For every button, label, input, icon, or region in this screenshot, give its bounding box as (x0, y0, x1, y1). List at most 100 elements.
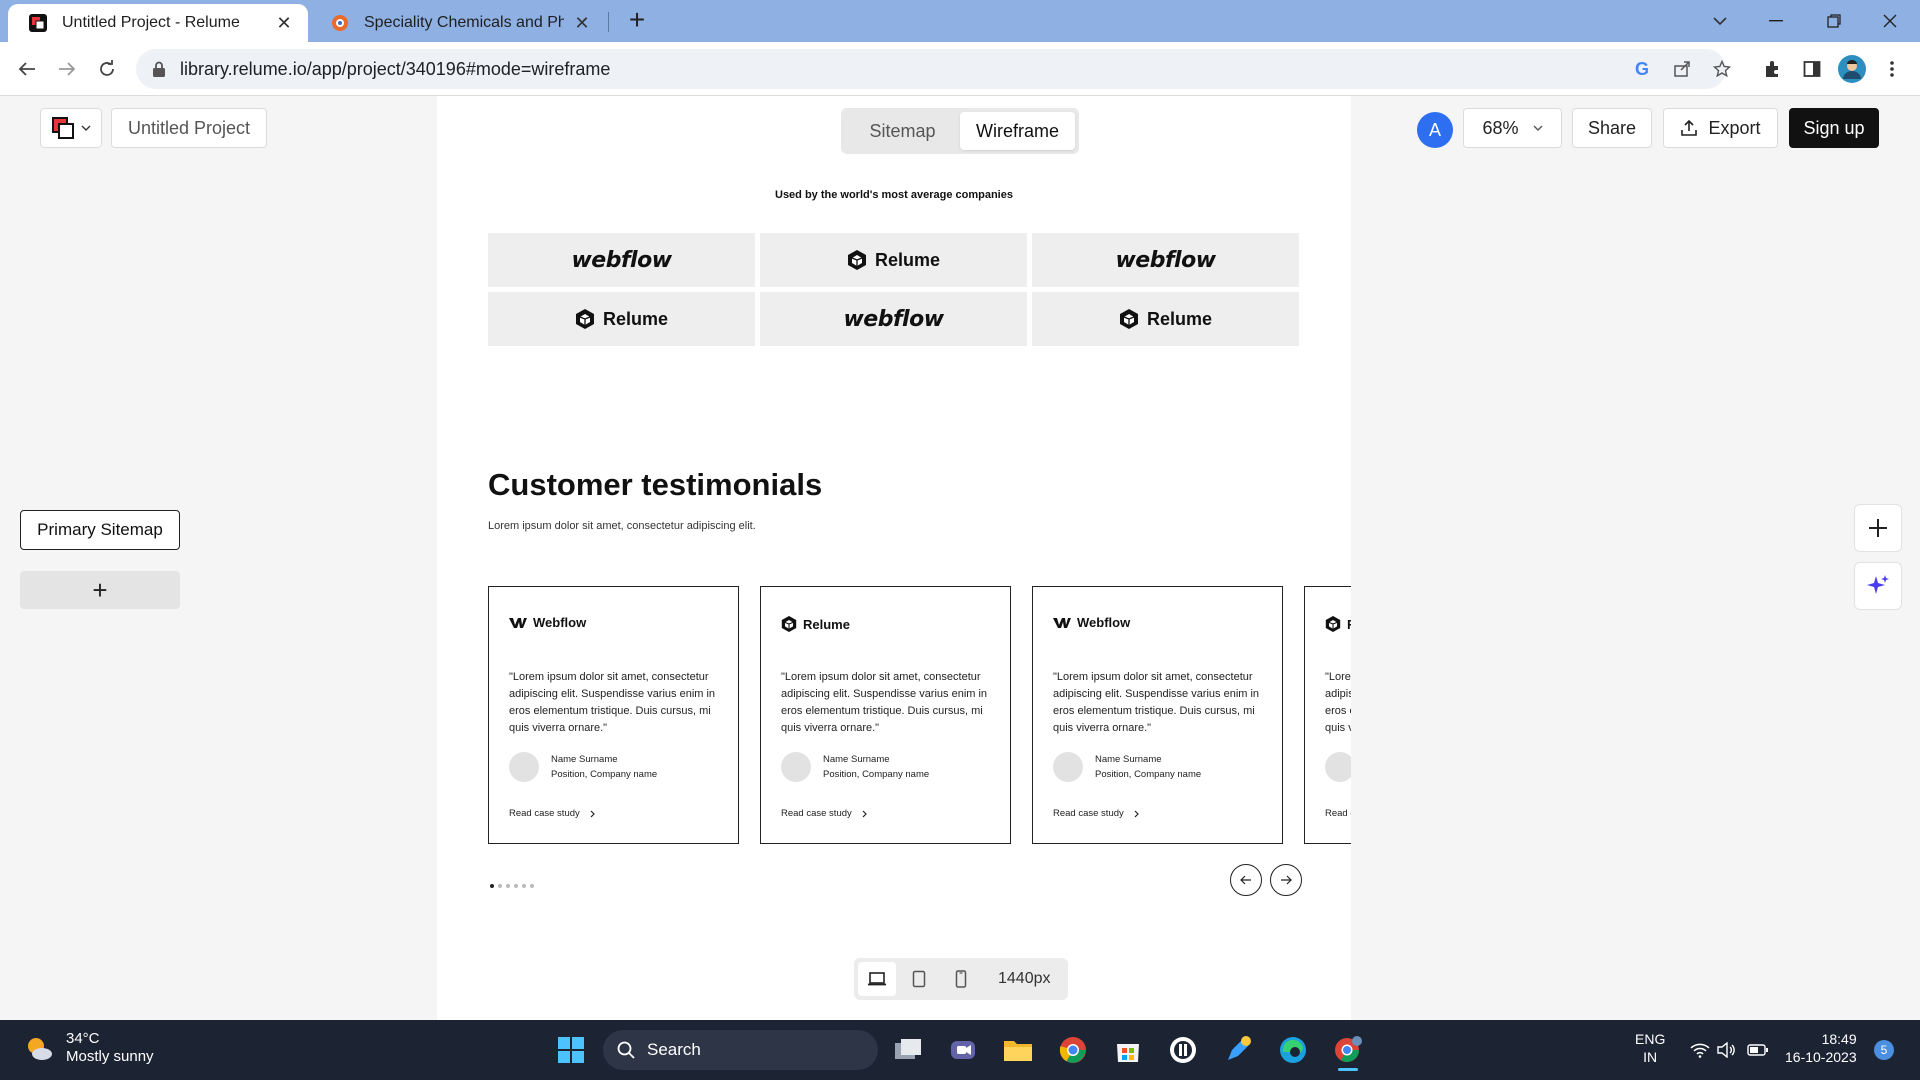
file-explorer-icon[interactable] (998, 1030, 1038, 1070)
carousel-dot[interactable] (530, 884, 534, 888)
webflow-logo-icon (509, 617, 527, 628)
card-brand: Relume (1325, 615, 1351, 633)
extensions-puzzle-icon[interactable] (1757, 54, 1787, 84)
relume-cube-icon (781, 616, 797, 632)
task-view-icon[interactable] (888, 1030, 928, 1070)
carousel-prev-button[interactable] (1230, 864, 1262, 896)
arrow-left-icon (1240, 875, 1251, 885)
bookmark-star-icon[interactable] (1702, 49, 1742, 89)
testimonials-subtitle: Lorem ipsum dolor sit amet, consectetur … (488, 520, 756, 532)
close-tab-icon[interactable]: ✕ (572, 13, 592, 34)
relume-cube-icon (847, 250, 866, 270)
side-panel-icon[interactable] (1797, 54, 1827, 84)
new-tab-icon[interactable]: + (622, 6, 652, 36)
card-quote: "Lorem ipsum dolor sit amet, consectetur… (1053, 671, 1260, 734)
upload-icon (1681, 119, 1698, 136)
tablet-icon[interactable] (900, 962, 938, 996)
card-author: Name SurnamePosition, Company name (1325, 752, 1351, 782)
wireframe-page[interactable]: Used by the world's most average compani… (437, 96, 1351, 1020)
logo-name: webflow (843, 306, 944, 332)
project-name-button[interactable]: Untitled Project (111, 108, 267, 148)
back-arrow-icon[interactable] (12, 54, 42, 84)
chevron-right-icon (1134, 810, 1139, 817)
share-page-icon[interactable] (1662, 49, 1702, 89)
app-menu-button[interactable] (40, 108, 102, 148)
signup-button[interactable]: Sign up (1789, 108, 1879, 148)
testimonial-card: Relume "Lorem ipsum dolor sit amet, conse… (760, 586, 1011, 844)
primary-sitemap-button[interactable]: Primary Sitemap (20, 510, 180, 550)
close-window-icon[interactable] (1862, 0, 1918, 42)
weather-widget[interactable]: 34°C Mostly sunny (24, 1030, 154, 1066)
address-bar[interactable]: library.relume.io/app/project/340196#mod… (136, 49, 1731, 89)
author-name: Name Surname (551, 754, 618, 765)
export-label: Export (1708, 117, 1761, 138)
device-size-bar: 1440px (854, 958, 1068, 1000)
carousel-dot[interactable] (506, 884, 510, 888)
logo-name: Relume (874, 249, 941, 270)
card-brand: Relume (781, 615, 850, 633)
export-button[interactable]: Export (1663, 108, 1778, 148)
tab-speciality-chemicals[interactable]: Speciality Chemicals and Pharm ✕ (310, 4, 606, 42)
mobile-icon[interactable] (942, 962, 980, 996)
windows-start-icon[interactable] (551, 1030, 591, 1070)
carousel-dot[interactable] (498, 884, 502, 888)
read-case-study-link[interactable]: Read case study (1325, 808, 1351, 819)
minimize-icon[interactable] (1748, 0, 1804, 42)
read-link-label: Read case study (1053, 808, 1124, 819)
steam-like-app-icon[interactable] (1163, 1030, 1203, 1070)
partly-sunny-icon (28, 1038, 52, 1060)
chrome-icon[interactable] (1053, 1030, 1093, 1070)
user-avatar[interactable]: A (1417, 112, 1453, 148)
profile-avatar[interactable] (1837, 54, 1867, 84)
add-sitemap-button[interactable]: + (20, 571, 180, 609)
add-section-button[interactable] (1854, 504, 1902, 552)
desktop-icon[interactable] (858, 962, 896, 996)
restore-icon[interactable] (1806, 0, 1862, 42)
taskbar-search[interactable]: Search (603, 1030, 878, 1070)
carousel-dot[interactable] (514, 884, 518, 888)
forward-arrow-icon[interactable] (52, 54, 82, 84)
tab-sitemap[interactable]: Sitemap (845, 112, 960, 150)
tab-untitled-project[interactable]: Untitled Project - Relume ✕ (8, 4, 308, 42)
clock-time: 18:49 (1821, 1031, 1857, 1047)
share-button[interactable]: Share (1572, 108, 1652, 148)
card-quote: "Lorem ipsum dolor sit amet, consectetur… (1325, 671, 1351, 734)
logo-cell: webflow (1032, 233, 1299, 287)
logo-cell: Relume (488, 292, 755, 346)
tab-separator (608, 12, 609, 32)
carousel-next-button[interactable] (1270, 864, 1302, 896)
card-brand-name: Webflow (533, 615, 587, 630)
carousel-dots[interactable] (490, 884, 534, 888)
card-brand-name: Webflow (1077, 615, 1131, 630)
read-case-study-link[interactable]: Read case study (1053, 808, 1139, 819)
carousel-dot[interactable] (522, 884, 526, 888)
author-name: Name Surname (823, 754, 890, 765)
google-lens-icon[interactable]: G (1622, 49, 1662, 89)
microsoft-store-icon[interactable] (1108, 1030, 1148, 1070)
tab-search-chevron-icon[interactable] (1692, 0, 1748, 42)
battery-icon[interactable] (1738, 1030, 1778, 1070)
chrome-menu-icon[interactable] (1877, 54, 1907, 84)
ai-sparkle-button[interactable] (1854, 562, 1902, 610)
site-favicon-icon (332, 15, 348, 31)
avatar (781, 752, 811, 782)
notification-badge[interactable]: 5 (1874, 1040, 1894, 1060)
weather-condition: Mostly sunny (66, 1048, 154, 1065)
note-app-icon[interactable] (1218, 1030, 1258, 1070)
relume-cube-icon (575, 309, 594, 329)
card-author: Name SurnamePosition, Company name (509, 752, 657, 782)
chrome-profile-icon[interactable] (1328, 1030, 1368, 1071)
edge-icon[interactable] (1273, 1030, 1313, 1070)
read-case-study-link[interactable]: Read case study (781, 808, 867, 819)
language-indicator[interactable]: ENG IN (1635, 1030, 1665, 1066)
system-clock[interactable]: 18:49 16-10-2023 (1785, 1030, 1857, 1066)
testimonials-title: Customer testimonials (488, 467, 823, 502)
close-tab-icon[interactable]: ✕ (274, 13, 294, 34)
read-case-study-link[interactable]: Read case study (509, 808, 595, 819)
carousel-dot[interactable] (490, 884, 494, 888)
teams-chat-icon[interactable] (943, 1030, 983, 1070)
reload-icon[interactable] (92, 54, 122, 84)
author-name: Name Surname (1095, 754, 1162, 765)
tab-wireframe[interactable]: Wireframe (960, 112, 1075, 150)
zoom-dropdown[interactable]: 68% (1463, 108, 1562, 148)
